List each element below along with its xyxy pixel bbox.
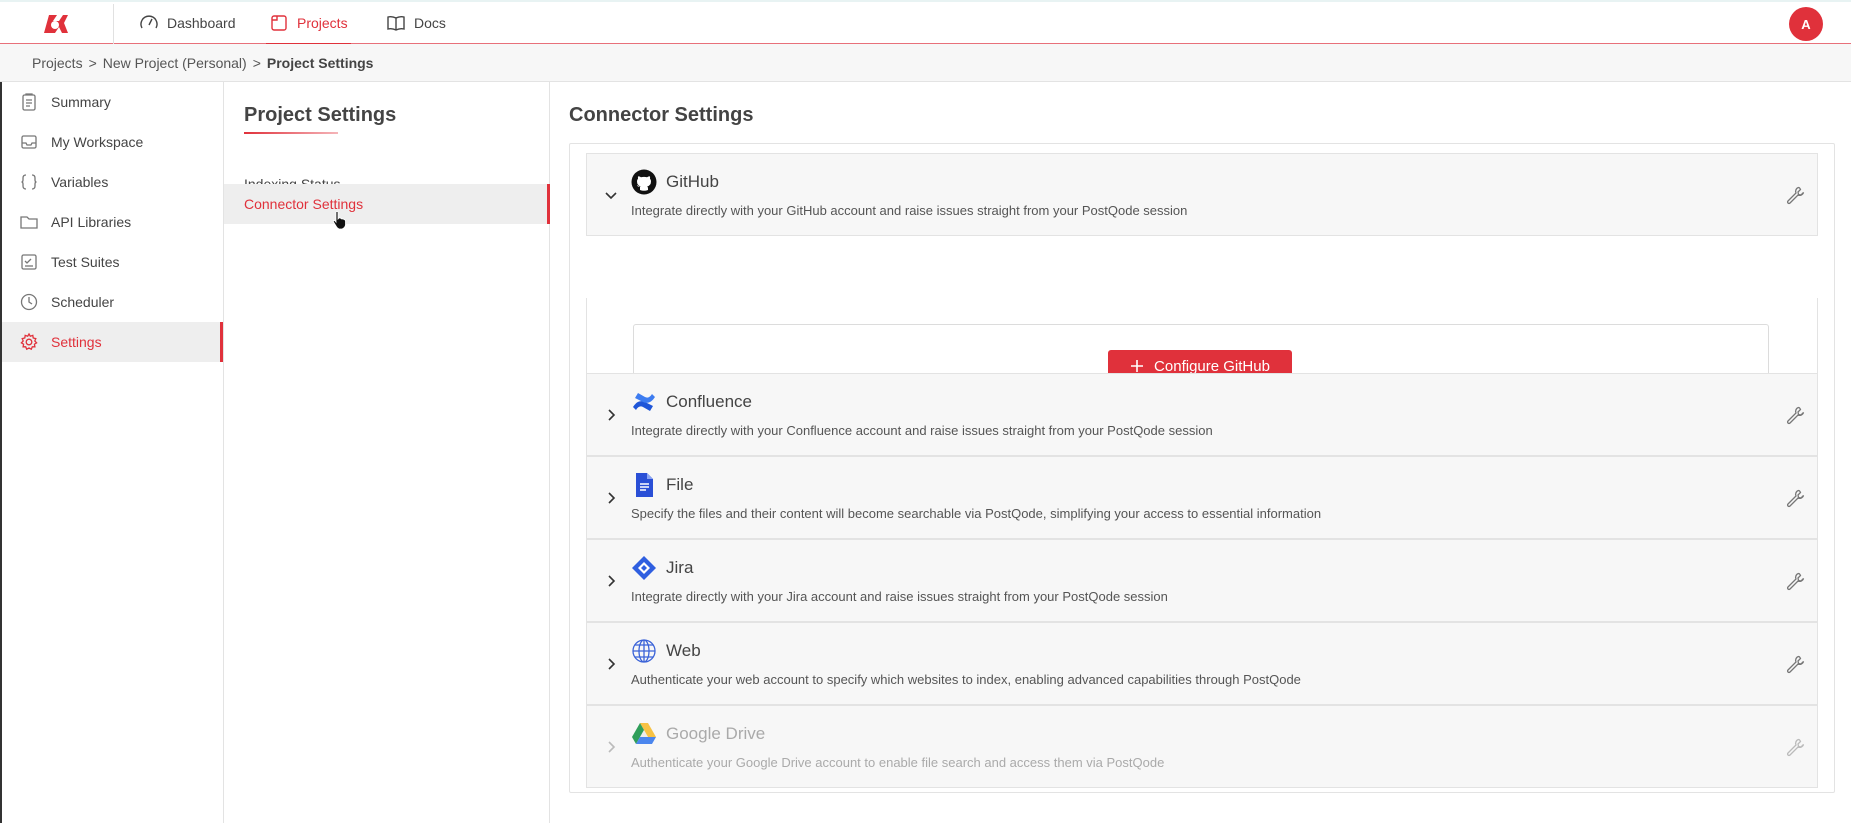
connector-name: GitHub xyxy=(666,172,719,191)
title-underline xyxy=(244,132,338,134)
connector-name: File xyxy=(666,475,694,494)
connector-web[interactable]: Web Authenticate your web account to spe… xyxy=(586,622,1818,705)
sidebar-item-label: Variables xyxy=(51,174,109,190)
sidebar-item-scheduler[interactable]: Scheduler xyxy=(2,282,223,322)
app-logo[interactable] xyxy=(40,11,72,37)
connector-description: Integrate directly with your Jira accoun… xyxy=(631,589,1168,604)
settings-menu: Project Settings Indexing Status Connect… xyxy=(224,82,550,823)
jira-icon xyxy=(632,556,656,580)
gauge-icon xyxy=(140,15,158,29)
tab-projects[interactable]: Projects xyxy=(266,2,351,45)
settings-title: Project Settings xyxy=(244,104,397,126)
google-drive-icon xyxy=(632,723,656,744)
tab-dashboard[interactable]: Dashboard xyxy=(139,2,236,44)
breadcrumb-separator: > xyxy=(88,54,97,71)
sidebar-item-api-libraries[interactable]: API Libraries xyxy=(2,202,223,242)
mouse-cursor-icon xyxy=(332,211,346,230)
wrench-icon[interactable] xyxy=(1785,571,1805,591)
sidebar-item-label: My Workspace xyxy=(51,134,144,150)
breadcrumb-projects[interactable]: Projects xyxy=(32,55,83,71)
chevron-right-icon[interactable] xyxy=(603,490,619,506)
tab-projects-label: Projects xyxy=(297,15,348,31)
connector-name: Jira xyxy=(666,558,694,577)
connector-description: Integrate directly with your GitHub acco… xyxy=(631,203,1188,218)
connector-description: Specify the files and their content will… xyxy=(631,506,1322,521)
wrench-icon[interactable] xyxy=(1785,737,1805,757)
chevron-right-icon[interactable] xyxy=(603,407,619,423)
connector-description: Integrate directly with your Confluence … xyxy=(631,423,1213,438)
breadcrumb: Projects > New Project (Personal) > Proj… xyxy=(0,44,1851,82)
page-title: Connector Settings xyxy=(569,104,754,126)
settings-item-connector-settings[interactable]: Connector Settings xyxy=(224,184,550,230)
inbox-icon xyxy=(21,135,37,149)
folder-icon xyxy=(20,216,38,229)
checklist-icon xyxy=(21,254,37,270)
connector-name: Google Drive xyxy=(666,724,766,743)
top-navigation-bar: Dashboard Projects Docs A xyxy=(0,0,1851,45)
breadcrumb-separator: > xyxy=(252,54,261,71)
connector-name: Web xyxy=(666,641,701,660)
chevron-right-icon[interactable] xyxy=(603,656,619,672)
sidebar-item-settings[interactable]: Settings xyxy=(2,322,223,362)
wrench-icon[interactable] xyxy=(1785,185,1805,205)
sidebar-item-my-workspace[interactable]: My Workspace xyxy=(2,122,223,162)
braces-icon xyxy=(21,174,37,190)
sidebar-item-label: Summary xyxy=(51,94,111,110)
connector-file[interactable]: File Specify the files and their content… xyxy=(586,456,1818,539)
sidebar-item-label: Settings xyxy=(51,334,102,350)
sidebar-item-label: API Libraries xyxy=(51,214,132,230)
folder-icon xyxy=(271,15,287,31)
main-content: Connector Settings GitHub Integrate dire… xyxy=(550,82,1851,823)
sidebar-item-label: Scheduler xyxy=(51,294,115,310)
confluence-icon xyxy=(633,393,655,411)
tab-docs[interactable]: Docs xyxy=(386,2,446,44)
configure-github-label: Configure GitHub xyxy=(1154,357,1270,375)
sidebar-item-test-suites[interactable]: Test Suites xyxy=(2,242,223,282)
connector-panel: GitHub Integrate directly with your GitH… xyxy=(569,143,1835,793)
connector-name: Confluence xyxy=(666,392,753,411)
project-sidebar: Summary My Workspace Variables API Libra… xyxy=(0,82,224,823)
connector-description: Authenticate your web account to specify… xyxy=(631,672,1301,687)
connector-google-drive[interactable]: Google Drive Authenticate your Google Dr… xyxy=(586,705,1818,788)
connector-jira[interactable]: Jira Integrate directly with your Jira a… xyxy=(586,539,1818,622)
sidebar-item-summary[interactable]: Summary xyxy=(2,82,223,122)
connector-confluence[interactable]: Confluence Integrate directly with your … xyxy=(586,373,1818,456)
chevron-right-icon[interactable] xyxy=(603,739,619,755)
wrench-icon[interactable] xyxy=(1785,488,1805,508)
nav-divider xyxy=(113,4,114,44)
plus-icon xyxy=(1131,360,1144,372)
github-icon xyxy=(631,169,657,195)
chevron-right-icon[interactable] xyxy=(603,573,619,589)
connector-github[interactable]: GitHub Integrate directly with your GitH… xyxy=(586,153,1818,236)
globe-icon xyxy=(632,639,656,663)
wrench-icon[interactable] xyxy=(1785,405,1805,425)
file-icon xyxy=(636,473,653,497)
breadcrumb-current: Project Settings xyxy=(266,54,374,71)
sidebar-item-variables[interactable]: Variables xyxy=(2,162,223,202)
user-avatar[interactable]: A xyxy=(1789,7,1823,41)
breadcrumb-project[interactable]: New Project (Personal) xyxy=(103,55,247,71)
book-icon xyxy=(387,15,405,31)
connector-description: Authenticate your Google Drive account t… xyxy=(631,755,1165,770)
clipboard-icon xyxy=(22,93,36,111)
clock-icon xyxy=(20,293,38,311)
sidebar-item-label: Test Suites xyxy=(51,254,120,270)
gear-icon xyxy=(20,332,38,351)
wrench-icon[interactable] xyxy=(1785,654,1805,674)
chevron-down-icon[interactable] xyxy=(603,187,619,203)
tab-docs-label: Docs xyxy=(414,15,446,31)
tab-dashboard-label: Dashboard xyxy=(167,15,236,31)
